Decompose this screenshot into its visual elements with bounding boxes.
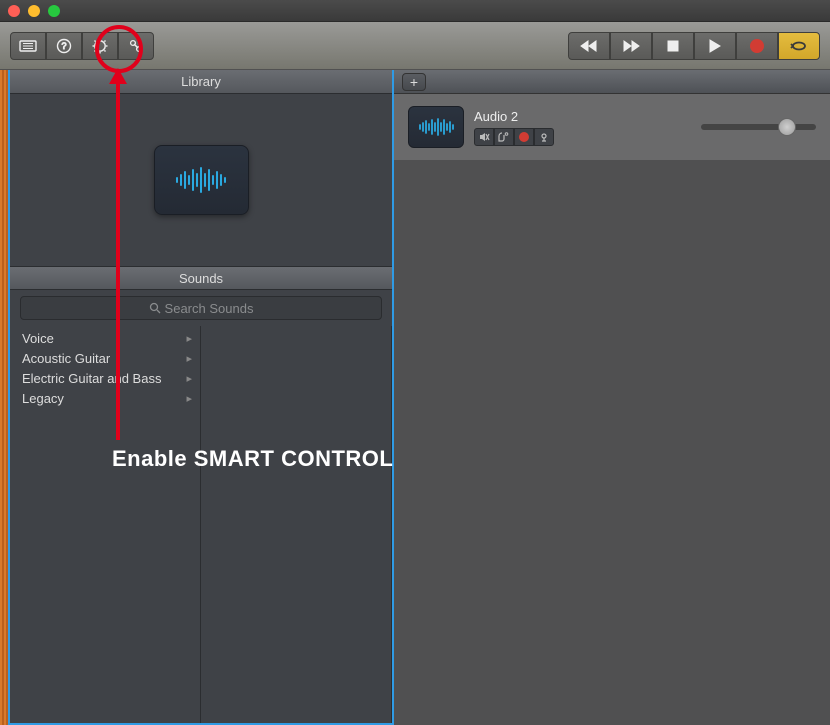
cycle-button[interactable]	[778, 32, 820, 60]
smart-controls-button[interactable]	[82, 32, 118, 60]
chevron-right-icon: ▸	[186, 372, 192, 385]
volume-slider[interactable]	[701, 124, 816, 130]
record-enable-button[interactable]	[514, 128, 534, 146]
editors-button[interactable]	[118, 32, 154, 60]
chevron-right-icon: ▸	[186, 332, 192, 345]
tracks-panel: + Audio 2	[394, 70, 830, 725]
input-monitor-button[interactable]	[534, 128, 554, 146]
quick-help-button[interactable]: ?	[46, 32, 82, 60]
track-name: Audio 2	[474, 109, 554, 124]
arrange-area[interactable]	[394, 160, 830, 725]
sound-category-column: Voice▸ Acoustic Guitar▸ Electric Guitar …	[10, 326, 201, 723]
record-button[interactable]	[736, 32, 778, 60]
sound-columns: Voice▸ Acoustic Guitar▸ Electric Guitar …	[10, 326, 392, 723]
minimize-dot[interactable]	[28, 5, 40, 17]
sound-preview-tile	[154, 145, 249, 215]
library-button[interactable]	[10, 32, 46, 60]
search-sounds-input[interactable]: Search Sounds	[20, 296, 382, 320]
record-icon	[519, 132, 529, 142]
sound-category[interactable]: Voice▸	[10, 328, 200, 348]
chevron-right-icon: ▸	[186, 392, 192, 405]
search-icon	[149, 302, 161, 314]
sounds-title: Sounds	[10, 266, 392, 290]
tracks-header: +	[394, 70, 830, 94]
sound-category[interactable]: Legacy▸	[10, 388, 200, 408]
sound-category[interactable]: Acoustic Guitar▸	[10, 348, 200, 368]
solo-button[interactable]	[494, 128, 514, 146]
forward-button[interactable]	[610, 32, 652, 60]
stop-button[interactable]	[652, 32, 694, 60]
waveform-icon	[171, 165, 231, 195]
chevron-right-icon: ▸	[186, 352, 192, 365]
add-track-button[interactable]: +	[402, 73, 426, 91]
mute-button[interactable]	[474, 128, 494, 146]
slider-knob[interactable]	[778, 118, 796, 136]
maximize-dot[interactable]	[48, 5, 60, 17]
sound-patch-column	[201, 326, 392, 723]
library-title: Library	[10, 70, 392, 94]
track-row[interactable]: Audio 2	[394, 94, 830, 160]
window-titlebar	[0, 0, 830, 22]
search-placeholder: Search Sounds	[165, 301, 254, 316]
library-preview	[10, 94, 392, 266]
play-button[interactable]	[694, 32, 736, 60]
toolbar: ?	[0, 22, 830, 70]
waveform-icon	[416, 116, 456, 138]
track-meta: Audio 2	[474, 109, 554, 146]
rewind-button[interactable]	[568, 32, 610, 60]
svg-text:?: ?	[61, 41, 66, 51]
wood-edge	[0, 70, 8, 725]
record-icon	[750, 39, 764, 53]
track-icon	[408, 106, 464, 148]
close-dot[interactable]	[8, 5, 20, 17]
library-panel: Library Sounds Search Sounds Voice▸ Acou…	[8, 70, 394, 725]
main-area: Library Sounds Search Sounds Voice▸ Acou…	[0, 70, 830, 725]
sound-category[interactable]: Electric Guitar and Bass▸	[10, 368, 200, 388]
